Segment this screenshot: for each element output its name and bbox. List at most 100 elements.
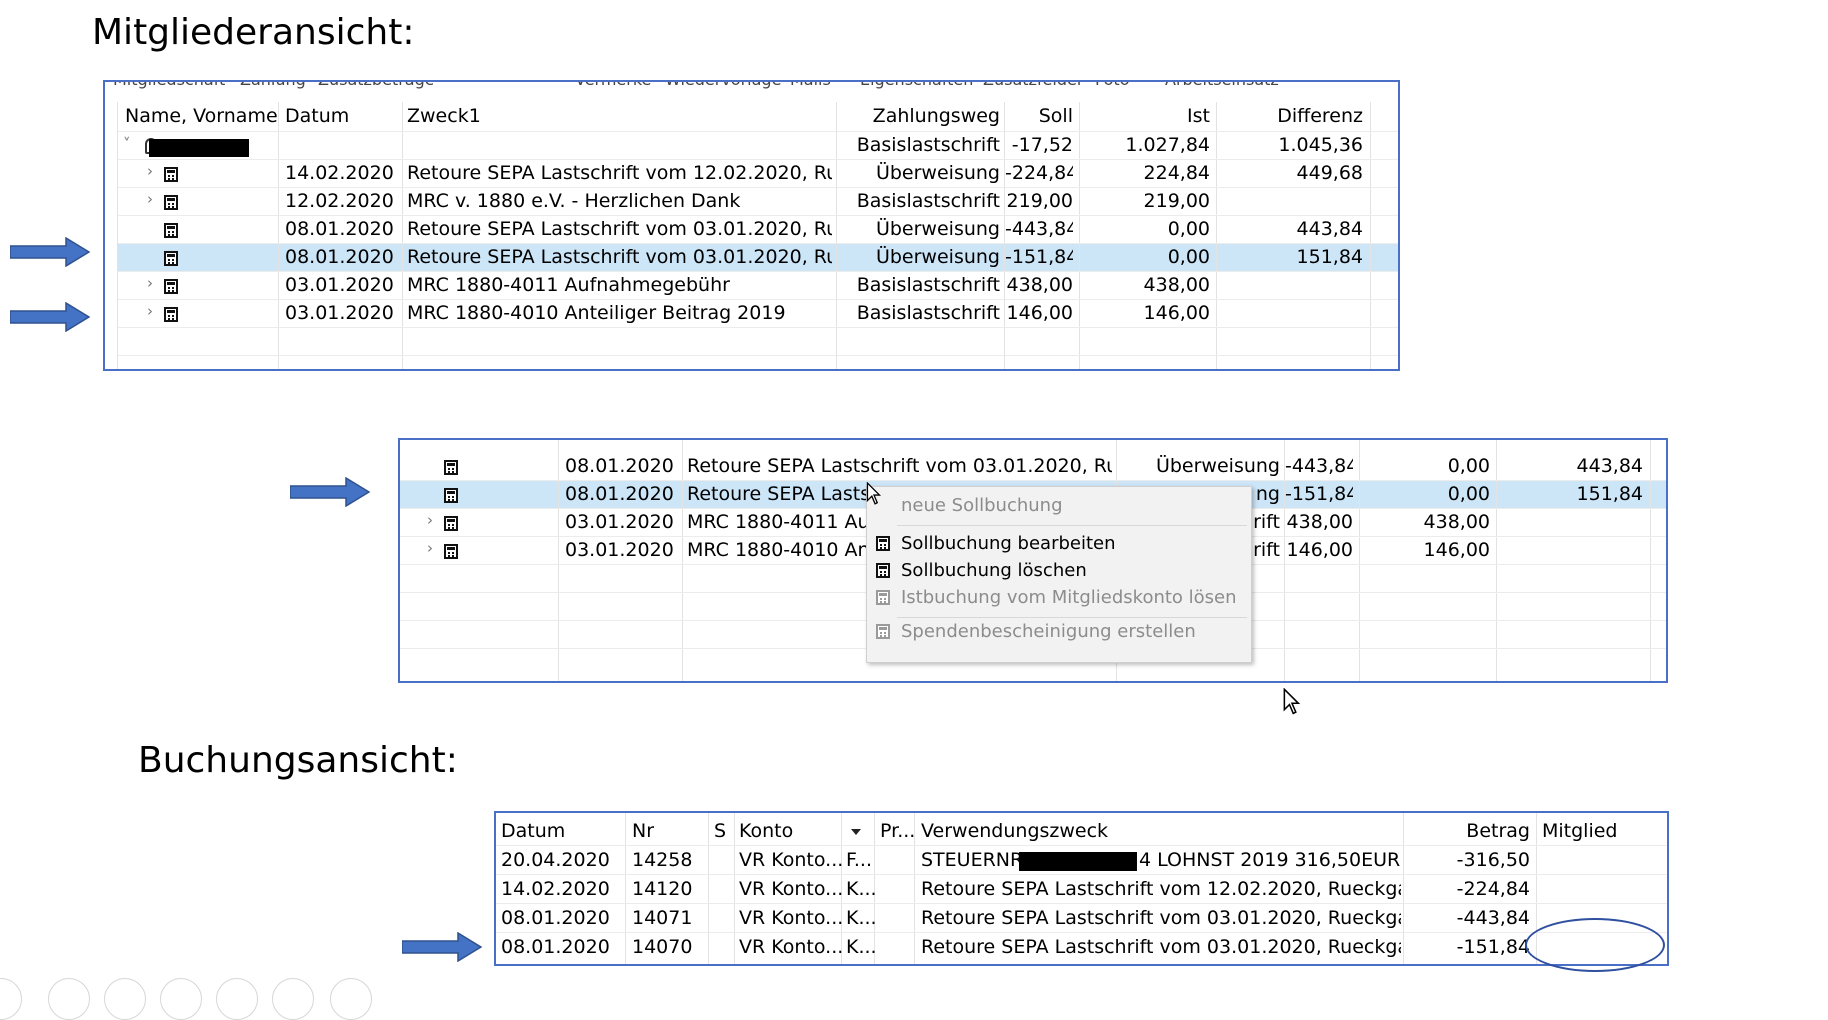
pointer-arrow-icon [290,477,370,507]
row-soll: 219,00 [1006,190,1073,212]
row-ist: 146,00 [1143,302,1210,324]
row-datum: 20.04.2020 [501,849,610,871]
calculator-icon [164,251,178,266]
bookings-panel: Datum Nr S Konto Pr... Verwendungszweck … [494,811,1669,966]
pointer-arrow-icon [10,237,90,267]
calculator-icon [444,516,458,531]
expand-chevron-icon[interactable]: › [147,302,153,320]
col-header-konto[interactable]: Konto [739,817,793,845]
row-nr: 14071 [632,907,693,929]
calculator-icon [444,544,458,559]
tab-eigenschaften[interactable]: Eigenschaften [860,82,973,89]
col-header-name[interactable]: Name, Vorname [125,102,278,130]
col-header-verwendungszweck[interactable]: Verwendungszweck [921,817,1108,845]
context-menu: neue Sollbuchung Sollbuchung bearbeiten … [866,486,1252,663]
row-zweck: MRC v. 1880 e.V. - Herzlichen Dank [407,190,741,212]
row-ist: 0,00 [1167,246,1210,268]
expand-chevron-icon[interactable]: › [147,274,153,292]
tab-wiedervorlage[interactable]: Wiedervorlage [665,82,781,89]
tab-zusatzbetraege[interactable]: Zusatzbeträge [318,82,435,89]
row-zweck: Retoure SEPA Lastschrift vom 03.01.2020,… [921,936,1401,958]
row-zahlungsweg: Basislastschrift [856,302,1000,324]
row-differenz: 443,84 [1296,218,1363,240]
menu-item-new-debit[interactable]: neue Sollbuchung [901,495,1063,516]
col-header-nr[interactable]: Nr [632,817,654,845]
row-zweck: Retoure SEPA Lastschrift vom 03.01.2020,… [687,455,1112,477]
row-zahlungsweg: Überweisung [875,218,1000,240]
pen-icon[interactable] [104,978,146,1020]
col-divider [402,102,403,369]
expand-chevron-icon[interactable]: › [427,539,433,557]
tab-zahlung[interactable]: Zahlung [240,82,306,89]
row-differenz: 449,68 [1296,162,1363,184]
col-header-s[interactable]: S [714,817,726,845]
col-header-soll[interactable]: Soll [1005,102,1073,130]
row-datum: 08.01.2020 [285,218,394,240]
row-konto: VR Konto... [739,878,844,900]
screen-icon[interactable] [272,978,314,1020]
row-betrag: -443,84 [1456,907,1530,929]
row-ist: 0,00 [1447,483,1490,505]
next-slide-icon[interactable] [48,978,90,1020]
tab-mails[interactable]: Mails [790,82,831,89]
tab-mitgliedschaft[interactable]: Mitgliedschaft [113,82,225,89]
col-divider [1650,440,1651,681]
row-ist: 1.027,84 [1125,134,1210,156]
zoom-icon[interactable] [216,978,258,1020]
row-zweck: Retoure SEPA Lastschrift vom 03.01.2020,… [407,218,832,240]
calculator-icon [164,167,178,182]
col-header-zahlungsweg[interactable]: Zahlungsweg [840,102,1000,130]
calculator-icon [876,590,890,605]
col-divider [682,440,683,681]
tab-arbeitseinsatz[interactable]: Arbeitseinsatz [1165,82,1279,89]
pointer-arrow-icon [10,302,90,332]
row-art: K... [846,878,877,900]
row-ist: 438,00 [1423,511,1490,533]
row-zweck: Retoure SEPA Lastschrift [687,483,887,505]
slides-icon[interactable] [160,978,202,1020]
col-header-pr[interactable]: Pr... [880,817,915,845]
tab-vermerke[interactable]: Vermerke [575,82,651,89]
menu-item-delete-debit[interactable]: Sollbuchung löschen [901,560,1087,581]
col-divider [625,813,626,964]
row-konto: VR Konto... [739,849,844,871]
row-nr: 14258 [632,849,693,871]
col-header-zweck1[interactable]: Zweck1 [407,102,481,130]
row-zweck: Retoure SEPA Lastschrift vom 03.01.2020,… [407,246,832,268]
clipped-row-cover [400,440,1666,444]
menu-item-detach-booking[interactable]: Istbuchung vom Mitgliedskonto lösen [901,587,1237,608]
expand-chevron-icon[interactable]: › [427,511,433,529]
row-divider [118,327,1398,328]
calculator-icon [164,195,178,210]
row-betrag: -224,84 [1456,878,1530,900]
more-options-icon[interactable] [330,978,372,1020]
collapse-chevron-icon[interactable]: ˅ [123,135,131,153]
calculator-icon [444,488,458,503]
row-zweck-prefix: STEUERNR [921,849,1024,871]
col-header-datum[interactable]: Datum [285,102,349,130]
calculator-icon [444,460,458,475]
row-konto: VR Konto... [739,907,844,929]
context-menu-panel: 12.02.2020 MRC v. 1880 e.V. - Herzlichen… [398,438,1668,683]
row-soll: -151,84 [1285,483,1353,505]
row-zahlungsweg: Basislastschrift [856,274,1000,296]
previous-slide-icon[interactable] [0,978,22,1020]
row-zweck: MRC 1880-4010 Anteiliger Beitrag 2019 [407,302,786,324]
tab-zusatzfelder[interactable]: Zusatzfelder [983,82,1083,89]
col-header-betrag[interactable]: Betrag [1406,817,1530,845]
tab-foto[interactable]: Foto [1095,82,1129,89]
row-zweck: Retoure SEPA Lastschrift vom 12.02.2020,… [407,162,832,184]
expand-chevron-icon[interactable]: › [147,162,153,180]
col-header-datum[interactable]: Datum [501,817,565,845]
col-header-differenz[interactable]: Differenz [1217,102,1363,130]
col-header-mitglied[interactable]: Mitglied [1542,817,1618,845]
menu-item-donation-receipt[interactable]: Spendenbescheinigung erstellen [901,621,1196,642]
filter-dropdown-icon[interactable] [851,829,861,835]
menu-item-edit-debit[interactable]: Sollbuchung bearbeiten [901,533,1116,554]
expand-chevron-icon[interactable]: › [147,190,153,208]
col-header-ist[interactable]: Ist [1080,102,1210,130]
row-konto: VR Konto... [739,936,844,958]
mouse-cursor-icon [866,482,882,505]
row-art: K... [846,907,877,929]
row-zweck: Retoure SEPA Lastschrift vom 03.01.2020,… [921,907,1401,929]
